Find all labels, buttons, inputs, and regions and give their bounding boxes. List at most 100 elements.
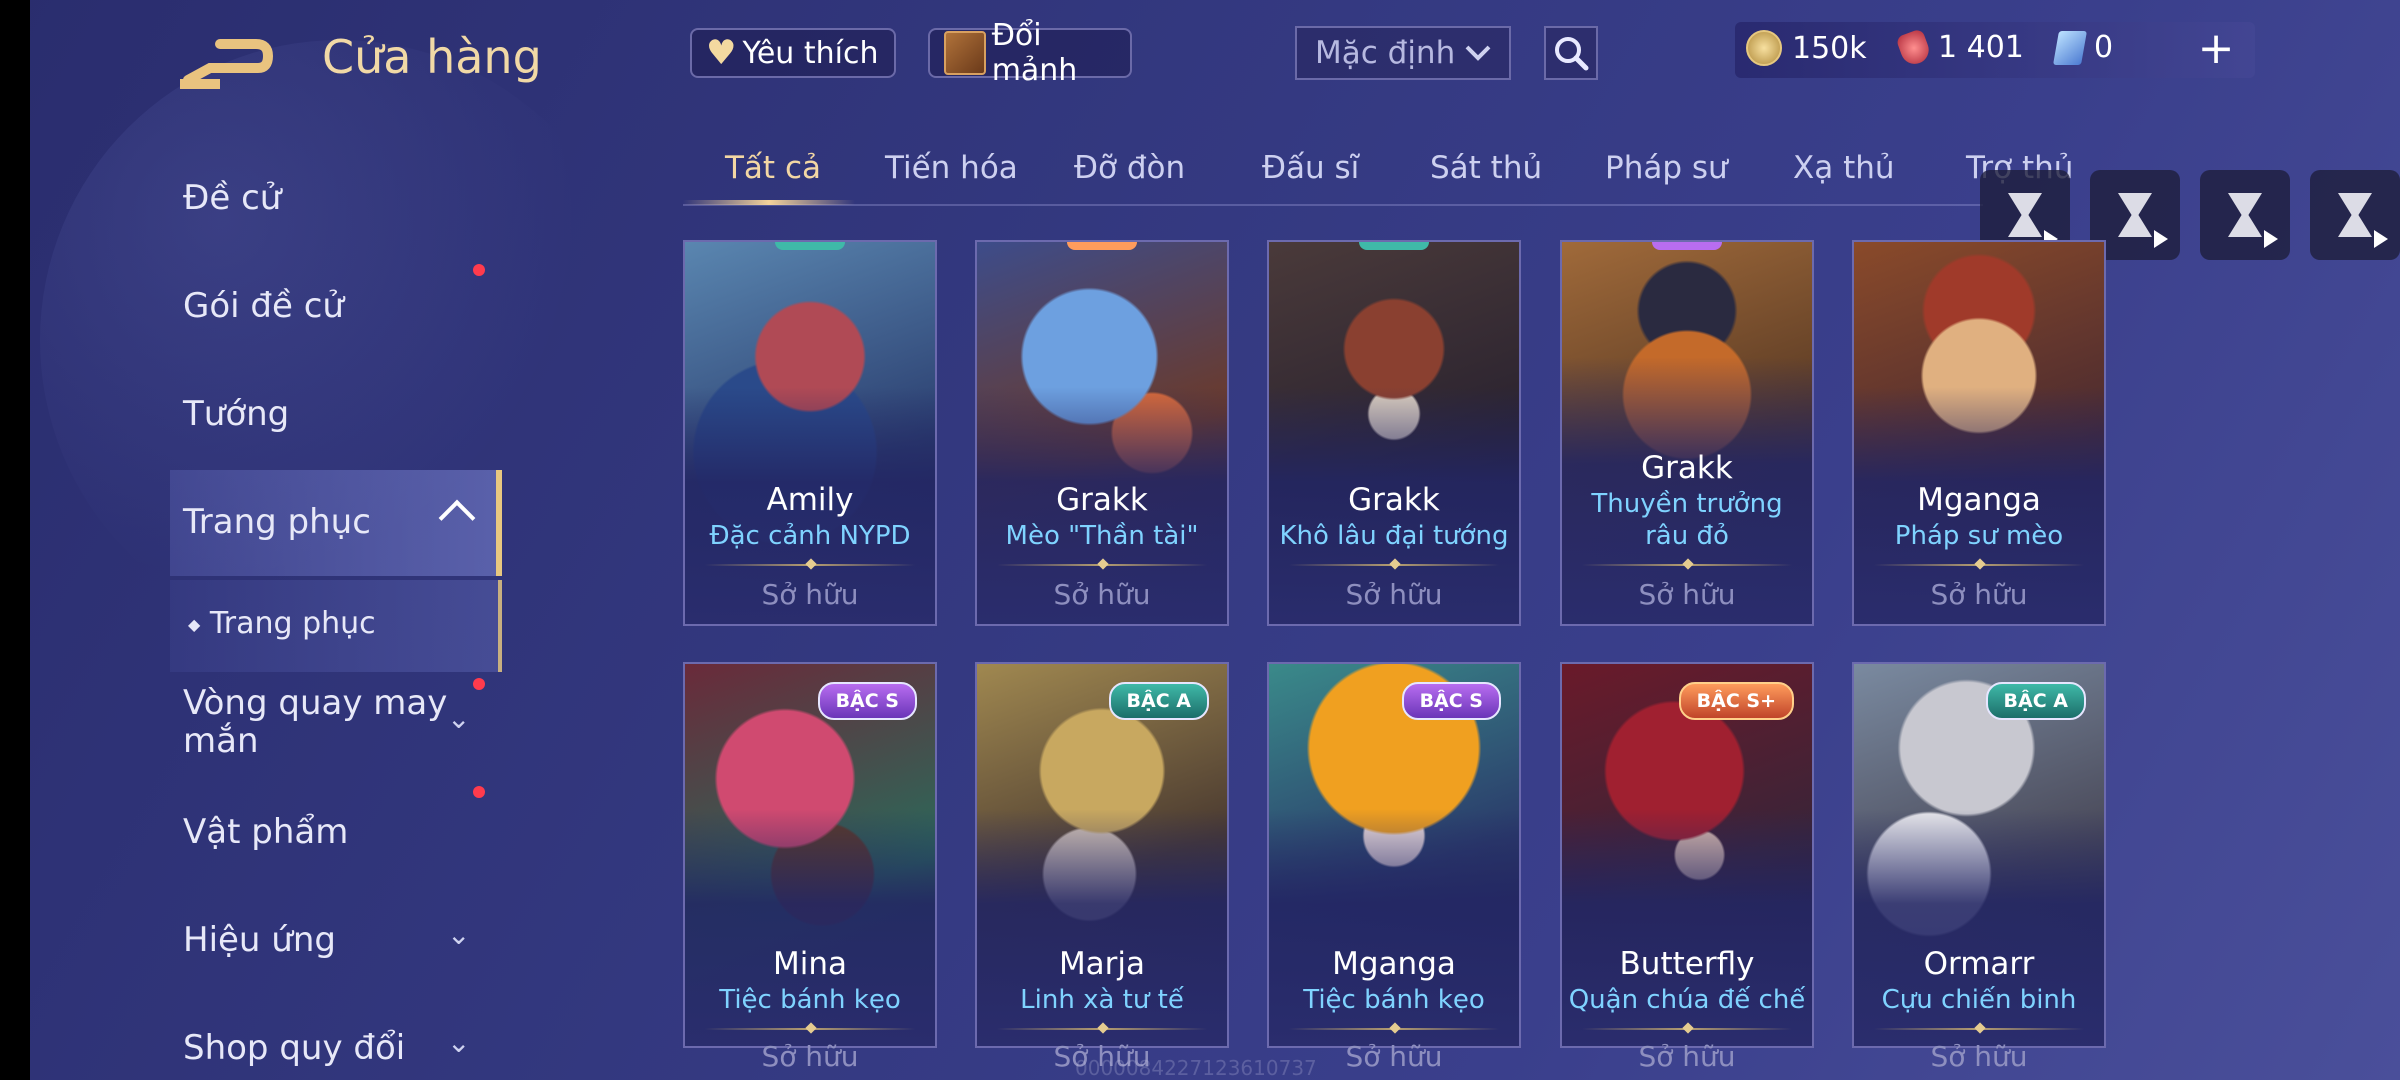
skin-card[interactable]: BẬC A Marja Linh xà tư tế bbox=[975, 662, 1229, 1048]
owned-status: Sở hữu bbox=[1930, 578, 2028, 611]
tabs-divider bbox=[683, 204, 1983, 206]
play-icon bbox=[2264, 230, 2278, 248]
skin-name: Cựu chiến binh bbox=[1881, 985, 2077, 1015]
hero-name: Grakk bbox=[1348, 482, 1440, 518]
hero-name: Mina bbox=[772, 946, 847, 982]
gold-coin-icon bbox=[1746, 30, 1782, 66]
skin-card[interactable]: BẬC S+ Butterfly Quận chúa đế chế bbox=[1560, 662, 1814, 1048]
gem-amount: 0 bbox=[2094, 30, 2114, 65]
add-currency-button[interactable]: + bbox=[2196, 24, 2236, 74]
gem-icon bbox=[2053, 30, 2087, 65]
chevron-down-icon: ⌄ bbox=[447, 702, 471, 735]
favorites-button[interactable]: ♥ Yêu thích bbox=[690, 28, 896, 78]
hourglass-icon bbox=[2228, 193, 2262, 237]
skin-card[interactable]: BẬC S Mina Tiệc bánh kẹo bbox=[683, 662, 937, 1048]
sidebar-item-exchange-shop[interactable]: Shop quy đổi bbox=[183, 1028, 405, 1068]
owned-status: Sở hữu bbox=[1053, 578, 1151, 611]
skin-name: Tiệc bánh kẹo bbox=[1303, 985, 1485, 1015]
fragment-chest-icon bbox=[944, 31, 986, 75]
skin-name: Đặc cảnh NYPD bbox=[709, 521, 911, 551]
sidebar-item-skins[interactable]: Trang phục bbox=[183, 502, 371, 542]
hero-name: Marja bbox=[1058, 946, 1146, 982]
tab-assassin[interactable]: Sát thủ bbox=[1430, 150, 1542, 186]
tier-badge: BẬC A bbox=[1985, 682, 2086, 720]
skin-card[interactable]: Grakk Khô lâu đại tướng Sở hữu bbox=[1267, 240, 1521, 626]
sort-value: Mặc định bbox=[1315, 35, 1456, 71]
heart-icon: ♥ bbox=[706, 33, 737, 73]
skin-name: Linh xà tư tế bbox=[1020, 985, 1184, 1015]
sidebar-subitem-skins[interactable]: ◆ Trang phục bbox=[188, 606, 376, 641]
voucher-icon bbox=[1895, 27, 1933, 68]
back-arrow-icon bbox=[180, 39, 274, 89]
tier-tab bbox=[1652, 242, 1722, 250]
hourglass-icon bbox=[2118, 193, 2152, 237]
voucher-amount: 1 401 bbox=[1938, 30, 2024, 65]
hero-name: Mganga bbox=[1332, 946, 1456, 982]
voucher-currency: 1 401 bbox=[1895, 27, 2024, 68]
tab-fighter[interactable]: Đấu sĩ bbox=[1262, 150, 1359, 186]
search-button[interactable] bbox=[1544, 26, 1598, 80]
skin-name: Thuyền trưởng râu đỏ bbox=[1591, 489, 1783, 551]
active-tab-underline bbox=[683, 200, 855, 205]
owned-status: Sở hữu bbox=[1638, 1040, 1736, 1073]
tier-tab bbox=[1067, 242, 1137, 250]
screen-edge bbox=[0, 0, 30, 1080]
tab-evolution[interactable]: Tiến hóa bbox=[885, 150, 1018, 186]
diamond-bullet-icon: ◆ bbox=[188, 615, 201, 634]
favorites-label: Yêu thích bbox=[742, 35, 879, 71]
tier-tab bbox=[1359, 242, 1429, 250]
hourglass-icon bbox=[2338, 193, 2372, 237]
sidebar-item-items[interactable]: Vật phẩm bbox=[183, 812, 348, 852]
tier-badge: BẬC A bbox=[1108, 682, 1209, 720]
chevron-down-icon: ⌄ bbox=[447, 918, 471, 951]
fragment-exchange-label: Đổi mảnh bbox=[991, 18, 1078, 88]
owned-status: Sở hữu bbox=[1930, 1040, 2028, 1073]
sidebar-item-featured[interactable]: Đề cử bbox=[183, 178, 281, 218]
skin-card[interactable]: BẬC A Ormarr Cựu chiến binh bbox=[1852, 662, 2106, 1048]
search-icon bbox=[1555, 37, 1589, 71]
video-button[interactable] bbox=[2310, 170, 2400, 260]
tab-marksman[interactable]: Xạ thủ bbox=[1793, 150, 1895, 186]
skin-card[interactable]: Amily Đặc cảnh NYPD Sở hữu bbox=[683, 240, 937, 626]
tab-tank[interactable]: Đỡ đòn bbox=[1074, 150, 1185, 186]
hero-name: Ormarr bbox=[1923, 946, 2035, 982]
gold-currency: 150k bbox=[1746, 30, 1867, 66]
skin-card[interactable]: Grakk Mèo "Thần tài" Sở hữu bbox=[975, 240, 1229, 626]
owned-status: Sở hữu bbox=[1638, 578, 1736, 611]
sidebar-item-featured-bundles[interactable]: Gói đề cử bbox=[183, 286, 344, 326]
tier-badge: BẬC S bbox=[1401, 682, 1501, 720]
owned-status: Sở hữu bbox=[1345, 578, 1443, 611]
tab-all[interactable]: Tất cả bbox=[725, 150, 821, 186]
skin-card[interactable]: Mganga Pháp sư mèo Sở hữu bbox=[1852, 240, 2106, 626]
sidebar-subitem-label: Trang phục bbox=[209, 606, 376, 641]
video-button[interactable] bbox=[2200, 170, 2290, 260]
gold-amount: 150k bbox=[1792, 30, 1867, 66]
play-icon bbox=[2154, 230, 2168, 248]
watermark-id: 0000084227123610737 bbox=[1075, 1056, 1317, 1080]
skin-name: Pháp sư mèo bbox=[1894, 521, 2064, 551]
tab-mage[interactable]: Pháp sư bbox=[1605, 150, 1728, 186]
tier-badge: BẬC S+ bbox=[1678, 682, 1794, 720]
page-title: Cửa hàng bbox=[322, 30, 542, 84]
sidebar-item-effects[interactable]: Hiệu ứng bbox=[183, 920, 336, 960]
notification-dot bbox=[473, 678, 485, 690]
back-button[interactable] bbox=[180, 28, 280, 90]
sidebar-item-heroes[interactable]: Tướng bbox=[183, 394, 289, 434]
hero-name: Grakk bbox=[1056, 482, 1148, 518]
skin-name: Mèo "Thần tài" bbox=[1005, 521, 1199, 551]
sidebar-item-lucky-wheel[interactable]: Vòng quay may mắn bbox=[183, 684, 463, 760]
owned-status: Sở hữu bbox=[761, 578, 859, 611]
chevron-down-icon: ⌄ bbox=[447, 1026, 471, 1059]
skin-card[interactable]: Grakk Thuyền trưởng râu đỏ Sở hữu bbox=[1560, 240, 1814, 626]
fragment-exchange-button[interactable]: Đổi mảnh bbox=[928, 18, 1132, 88]
hero-name: Butterfly bbox=[1619, 946, 1755, 982]
play-icon bbox=[2374, 230, 2388, 248]
skin-card[interactable]: BẬC S Mganga Tiệc bánh kẹo bbox=[1267, 662, 1521, 1048]
sort-dropdown[interactable]: Mặc định bbox=[1295, 26, 1511, 80]
skin-name: Tiệc bánh kẹo bbox=[719, 985, 901, 1015]
tier-badge: BẬC S bbox=[817, 682, 917, 720]
plus-icon: + bbox=[2197, 23, 2235, 74]
gem-currency: 0 bbox=[2053, 30, 2114, 65]
tier-tab bbox=[775, 242, 845, 250]
owned-status: Sở hữu bbox=[761, 1040, 859, 1073]
